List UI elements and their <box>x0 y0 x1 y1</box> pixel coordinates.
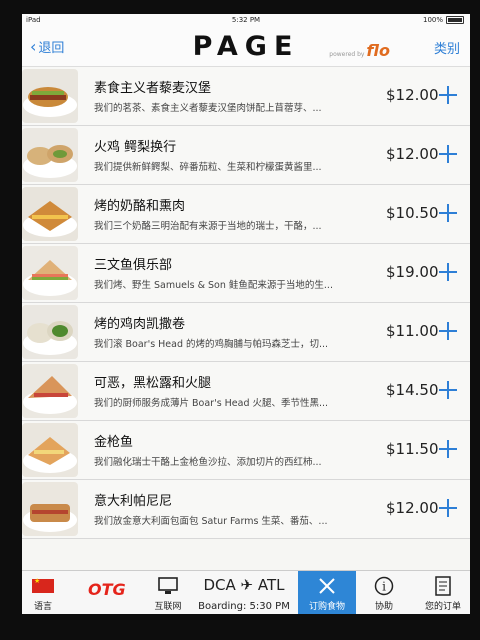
item-description: 我们三个奶酪三明治配有来源于当地的瑞士，干酪，... <box>94 221 322 232</box>
item-price: $12.00 <box>386 145 439 163</box>
food-photo <box>22 187 78 241</box>
menu-item[interactable]: 烤的奶酪和熏肉 我们三个奶酪三明治配有来源于当地的瑞士，干酪，... $10.5… <box>22 185 470 244</box>
flight-info: DCA ✈ ATL Boarding: 5:30 PM <box>194 571 294 614</box>
add-icon[interactable] <box>439 86 457 104</box>
tab-help[interactable]: i 协助 <box>362 571 406 614</box>
item-title: 三文鱼俱乐部 <box>94 258 173 273</box>
add-icon[interactable] <box>439 204 457 222</box>
menu-item[interactable]: 三文鱼俱乐部 我们烤、野生 Samuels & Son 鲑鱼配来源于当地的生..… <box>22 244 470 303</box>
nav-bar: ‹ 退回 PAGE powered by flo 类别 <box>22 26 470 67</box>
svg-text:i: i <box>382 580 386 594</box>
info-icon: i <box>374 576 394 596</box>
battery-percent: 100% <box>422 16 443 24</box>
item-title: 素食主义者藜麦汉堡 <box>94 81 212 96</box>
battery-icon <box>446 16 464 24</box>
add-icon[interactable] <box>439 322 457 340</box>
ipad-screen: iPad 5:32 PM 100% ‹ 退回 PAGE powered by f… <box>22 14 470 614</box>
item-price: $11.00 <box>386 322 439 340</box>
china-flag-icon <box>32 577 54 593</box>
utensils-icon <box>319 578 335 594</box>
battery-indicator: 100% <box>423 14 464 26</box>
brand-logo: PAGE <box>192 31 300 62</box>
food-photo <box>22 305 78 359</box>
tab-my-order-label: 您的订单 <box>424 602 461 612</box>
food-photo <box>22 364 78 418</box>
powered-by-text: powered by <box>329 51 365 58</box>
item-title: 火鸡 鳄梨换行 <box>94 140 177 155</box>
origin-code: DCA <box>203 576 236 594</box>
categories-button[interactable]: 类别 <box>434 38 460 57</box>
menu-item[interactable]: 可恶，黑松露和火腿 我们的厨师服务成薄片 Boar's Head 火腿、季节性黑… <box>22 362 470 421</box>
menu-item[interactable]: 火鸡 鳄梨换行 我们提供新鲜鳄梨、碎番茄粒、生菜和柠檬蛋黄酱里... $12.0… <box>22 126 470 185</box>
item-price: $11.50 <box>386 440 439 458</box>
food-photo <box>22 246 78 300</box>
item-price: $19.00 <box>386 263 439 281</box>
tab-internet-label: 互联网 <box>154 602 182 612</box>
food-photo <box>22 69 78 123</box>
menu-item[interactable]: 意大利帕尼尼 我们放金意大利面包面包 Satur Farms 生菜、番茄、...… <box>22 480 470 539</box>
item-price: $12.00 <box>386 499 439 517</box>
add-icon[interactable] <box>439 440 457 458</box>
add-icon[interactable] <box>439 263 457 281</box>
tab-help-label: 协助 <box>374 602 393 612</box>
tab-internet[interactable]: 互联网 <box>146 571 190 614</box>
flo-logo: powered by flo <box>329 41 390 60</box>
menu-item[interactable]: 烤的鸡肉凯撒卷 我们滚 Boar's Head 的烤的鸡胸脯与帕玛森芝士，切..… <box>22 303 470 362</box>
food-photo <box>22 482 78 536</box>
item-description: 我们的茗茶、素食主义者藜麦汉堡肉饼配上苜蓿芽、... <box>94 103 322 114</box>
food-photo <box>22 423 78 477</box>
item-title: 意大利帕尼尼 <box>94 494 173 509</box>
item-description: 我们放金意大利面包面包 Satur Farms 生菜、番茄、... <box>94 516 328 527</box>
item-price: $14.50 <box>386 381 439 399</box>
monitor-icon <box>158 577 178 594</box>
flight-route: DCA ✈ ATL <box>194 576 294 594</box>
item-title: 烤的奶酪和熏肉 <box>94 199 186 214</box>
add-icon[interactable] <box>439 499 457 517</box>
add-icon[interactable] <box>439 381 457 399</box>
tab-my-order[interactable]: 您的订单 <box>416 571 470 614</box>
item-description: 我们提供新鲜鳄梨、碎番茄粒、生菜和柠檬蛋黄酱里... <box>94 162 322 173</box>
tab-language[interactable]: 语言 <box>22 571 64 614</box>
tab-order-food-label: 订购食物 <box>308 602 345 612</box>
status-bar: iPad 5:32 PM 100% <box>22 14 470 26</box>
boarding-time: Boarding: 5:30 PM <box>198 601 290 612</box>
menu-item[interactable]: 素食主义者藜麦汉堡 我们的茗茶、素食主义者藜麦汉堡肉饼配上苜蓿芽、... $12… <box>22 67 470 126</box>
food-photo <box>22 128 78 182</box>
add-icon[interactable] <box>439 145 457 163</box>
item-price: $12.00 <box>386 86 439 104</box>
item-description: 我们烤、野生 Samuels & Son 鲑鱼配来源于当地的生... <box>94 280 333 291</box>
item-title: 可恶，黑松露和火腿 <box>94 376 212 391</box>
item-description: 我们滚 Boar's Head 的烤的鸡胸脯与帕玛森芝士，切... <box>94 339 329 350</box>
menu-item[interactable]: 金枪鱼 我们融化瑞士干酪上金枪鱼沙拉、添加切片的西红柿... $11.50 <box>22 421 470 480</box>
item-description: 我们的厨师服务成薄片 Boar's Head 火腿、季节性黑... <box>94 398 329 409</box>
menu-list: 素食主义者藜麦汉堡 我们的茗茶、素食主义者藜麦汉堡肉饼配上苜蓿芽、... $12… <box>22 67 470 539</box>
item-title: 烤的鸡肉凯撒卷 <box>94 317 186 332</box>
receipt-icon <box>435 576 451 596</box>
tab-order-food[interactable]: 订购食物 <box>298 571 356 614</box>
item-description: 我们融化瑞士干酪上金枪鱼沙拉、添加切片的西红柿... <box>94 457 322 468</box>
destination-code: ATL <box>257 576 285 594</box>
tab-language-label: 语言 <box>33 602 52 612</box>
item-price: $10.50 <box>386 204 439 222</box>
flo-text: flo <box>366 41 390 60</box>
status-time: 5:32 PM <box>231 16 261 24</box>
otg-logo: OTG <box>88 580 126 599</box>
tab-otg[interactable]: OTG <box>80 571 136 614</box>
plane-icon: ✈ <box>240 576 254 594</box>
tab-bar: 语言 OTG 互联网 DCA ✈ ATL Boarding: 5:30 PM 订… <box>22 570 470 614</box>
item-title: 金枪鱼 <box>94 435 134 450</box>
